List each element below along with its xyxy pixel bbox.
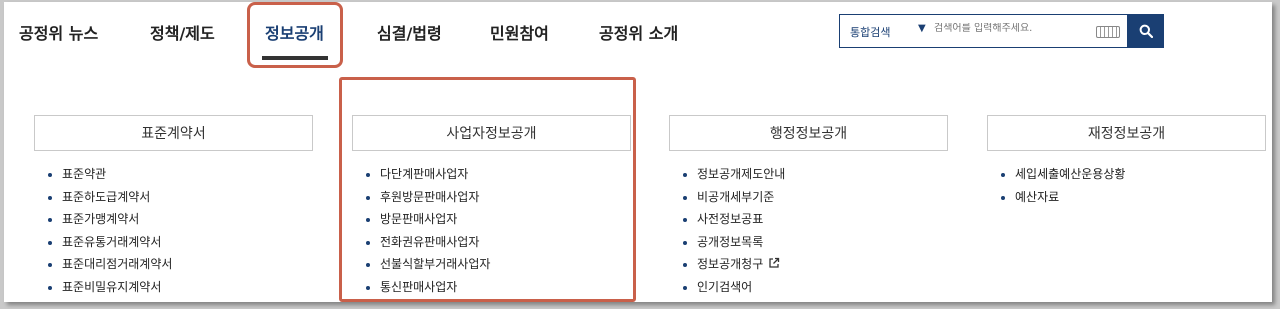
nav-item-policy[interactable]: 정책/제도: [150, 20, 215, 44]
menu-item[interactable]: 표준대리점거래계약서: [34, 253, 313, 276]
column-header[interactable]: 표준계약서: [34, 115, 313, 151]
menu-item[interactable]: 표준약관: [34, 163, 313, 186]
menu-item[interactable]: 세입세출예산운용상황: [987, 163, 1266, 186]
search-input[interactable]: [934, 23, 1084, 34]
mega-menu-panel: 공정위 뉴스 정책/제도 정보공개 심결/법령 민원참여 공정위 소개 통합검색…: [4, 2, 1272, 302]
menu-item[interactable]: 비공개세부기준: [669, 186, 948, 209]
chevron-down-icon[interactable]: ▼: [918, 23, 926, 34]
external-link-icon: [769, 257, 780, 268]
menu-item[interactable]: 표준비밀유지계약서: [34, 276, 313, 299]
nav-item-news[interactable]: 공정위 뉴스: [19, 20, 98, 44]
menu-list: 정보공개제도안내 비공개세부기준 사전정보공표 공개정보목록 정보공개청구 인기…: [669, 163, 948, 298]
menu-list: 표준약관 표준하도급계약서 표준가맹계약서 표준유통거래계약서 표준대리점거래계…: [34, 163, 313, 298]
menu-item[interactable]: 표준하도급계약서: [34, 186, 313, 209]
menu-item[interactable]: 사전정보공표: [669, 208, 948, 231]
search-box: 통합검색 ▼: [839, 14, 1128, 48]
keyboard-icon[interactable]: [1096, 26, 1120, 38]
menu-item[interactable]: 예산자료: [987, 186, 1266, 209]
menu-column-admin-info: 행정정보공개 정보공개제도안내 비공개세부기준 사전정보공표 공개정보목록 정보…: [669, 115, 948, 298]
menu-item[interactable]: 공개정보목록: [669, 231, 948, 254]
annotation-highlight-column: [339, 77, 636, 302]
menu-item[interactable]: 표준가맹계약서: [34, 208, 313, 231]
search-scope-select[interactable]: 통합검색: [850, 24, 890, 40]
menu-list: 세입세출예산운용상황 예산자료: [987, 163, 1266, 208]
menu-column-standard-contracts: 표준계약서 표준약관 표준하도급계약서 표준가맹계약서 표준유통거래계약서 표준…: [34, 115, 313, 298]
column-header[interactable]: 행정정보공개: [669, 115, 948, 151]
column-header[interactable]: 재정정보공개: [987, 115, 1266, 151]
menu-item[interactable]: 인기검색어: [669, 276, 948, 299]
search-button[interactable]: [1128, 14, 1164, 48]
menu-item[interactable]: 정보공개제도안내: [669, 163, 948, 186]
nav-item-civil-participation[interactable]: 민원참여: [490, 20, 549, 44]
annotation-highlight-tab: [247, 2, 343, 68]
search-icon: [1139, 24, 1153, 38]
menu-item-label: 정보공개청구: [697, 257, 764, 271]
search-bar: 통합검색 ▼: [839, 14, 1164, 48]
nav-item-about[interactable]: 공정위 소개: [599, 20, 678, 44]
menu-column-finance-info: 재정정보공개 세입세출예산운용상황 예산자료: [987, 115, 1266, 208]
menu-item-info-request[interactable]: 정보공개청구: [669, 253, 948, 276]
menu-item[interactable]: 표준유통거래계약서: [34, 231, 313, 254]
nav-item-decisions-law[interactable]: 심결/법령: [377, 20, 442, 44]
